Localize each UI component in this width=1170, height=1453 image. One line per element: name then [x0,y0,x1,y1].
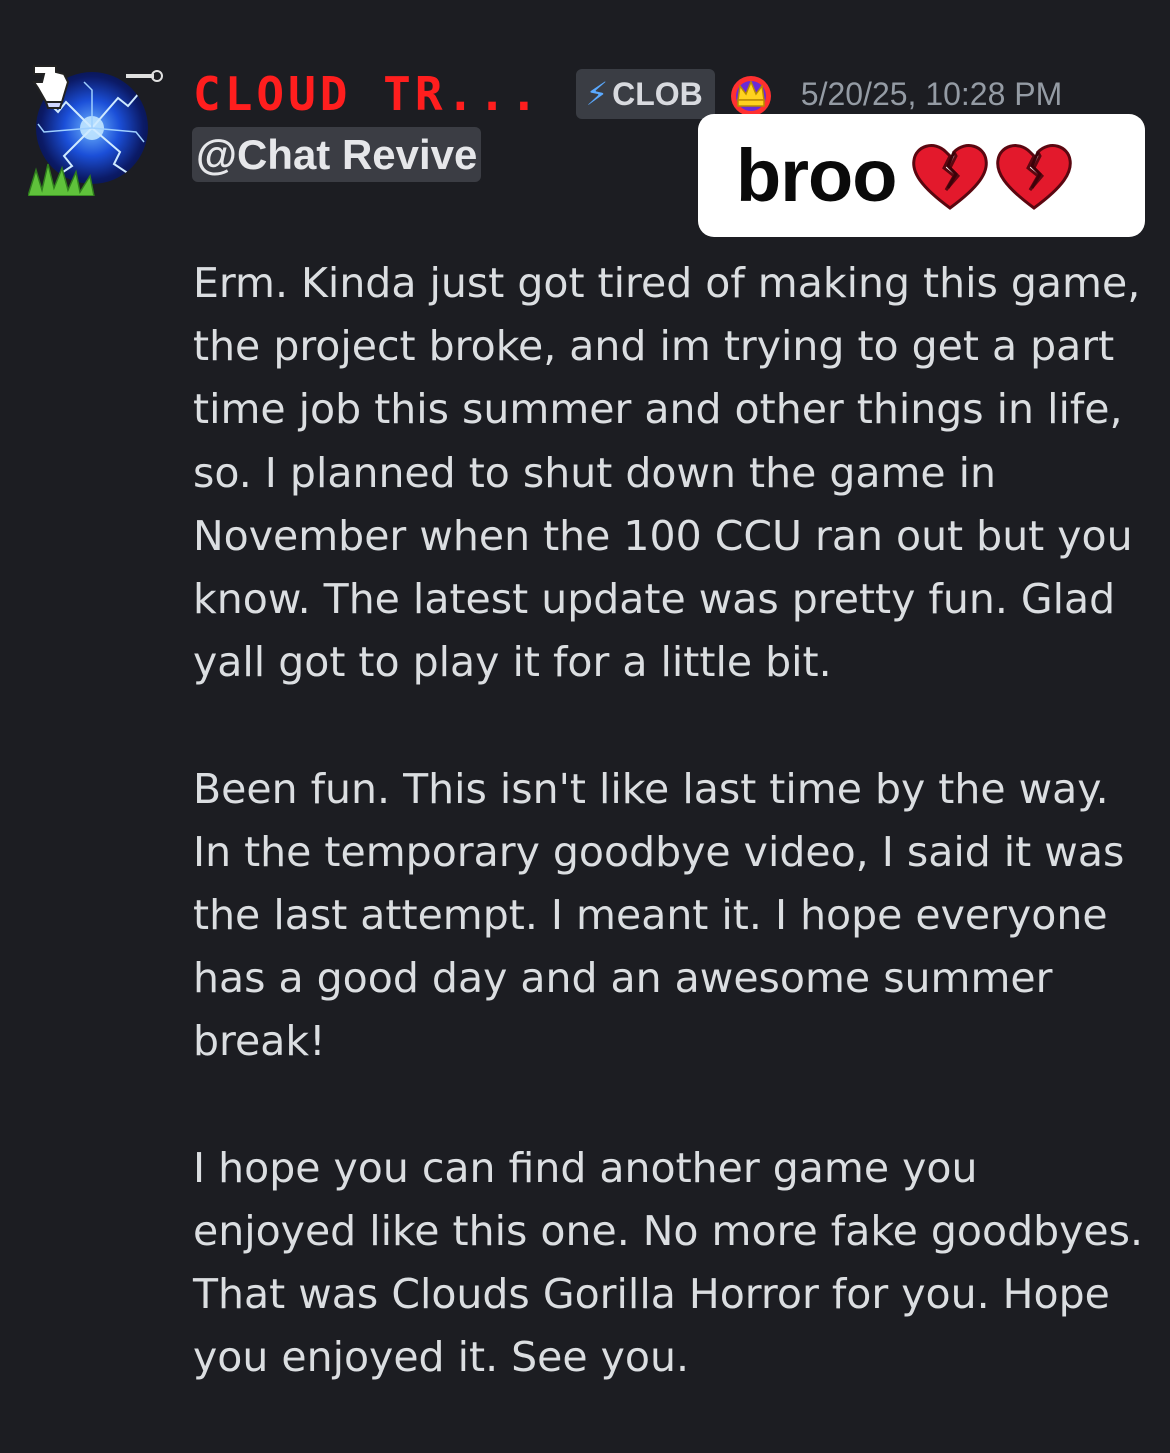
grass-icon [28,163,95,196]
clan-tag[interactable]: ⚡ CLOB [575,69,715,119]
clan-tag-label: CLOB [612,75,703,112]
timestamp: 5/20/25, 10:28 PM [800,75,1063,112]
pointing-hand-icon [32,65,70,109]
avatar[interactable] [28,62,163,197]
caption-text: broo [736,134,897,217]
lightning-icon: ⚡ [585,76,609,112]
username[interactable]: CLOUD TR... [193,67,542,121]
role-mention[interactable]: @Chat Revive [192,127,482,182]
message-paragraph: I hope you can find another game you enj… [193,1143,1144,1382]
caption-overlay: broo [698,114,1145,237]
message-paragraph: Erm. Kinda just got tired of making this… [193,259,1141,687]
broken-heart-icon [912,143,989,210]
crown-icon[interactable] [727,70,775,118]
message-paragraph: Been fun. This isn't like last time by t… [193,764,1125,1066]
broken-heart-icon [996,143,1073,210]
message-content[interactable]: Erm. Kinda just got tired of making this… [193,252,1143,1453]
wand-icon [126,70,163,82]
